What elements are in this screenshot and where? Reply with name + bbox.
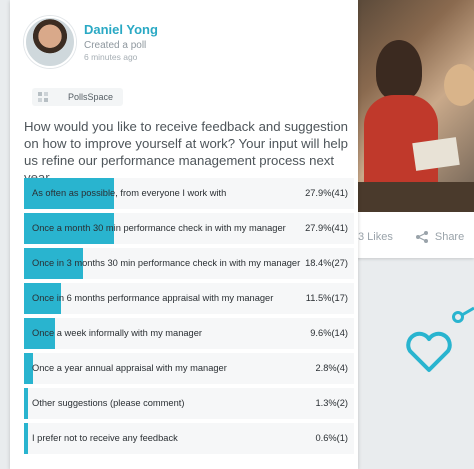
feed: 3 Likes Share Daniel Yong Created a poll…: [0, 0, 474, 469]
poll-option-label: Once a year annual appraisal with my man…: [32, 363, 227, 373]
poll-option[interactable]: Other suggestions (please comment) 1.3%(2…: [24, 388, 354, 419]
post-header: Daniel Yong Created a poll 6 minutes ago: [24, 16, 158, 68]
poll-option-label: Once in 6 months performance appraisal w…: [32, 293, 274, 303]
poll-option-bar: [24, 423, 28, 454]
post-time: 6 minutes ago: [84, 52, 138, 62]
share-label: Share: [434, 231, 465, 243]
poll-option-result: 0.6%(1): [315, 433, 348, 443]
likes-count[interactable]: 3 Likes: [358, 231, 393, 243]
post-actions: 3 Likes Share: [358, 222, 474, 252]
poll-option-label: Once a month 30 min performance check in…: [32, 223, 286, 233]
poll-option[interactable]: I prefer not to receive any feedback 0.6%…: [24, 423, 354, 454]
poll-card: Daniel Yong Created a poll 6 minutes ago…: [10, 0, 358, 469]
poll-option[interactable]: As often as possible, from everyone I wo…: [24, 178, 354, 209]
poll-option-result: 18.4%(27): [305, 258, 348, 268]
poll-option-label: Other suggestions (please comment): [32, 398, 185, 408]
space-tag[interactable]: PollsSpace: [32, 88, 124, 106]
space-name: PollsSpace: [68, 92, 114, 102]
background-post-card: 3 Likes Share: [340, 0, 474, 258]
poll-option-label: Once in 3 months 30 min performance chec…: [32, 258, 301, 268]
poll-option[interactable]: Once a year annual appraisal with my man…: [24, 353, 354, 384]
poll-option-result: 11.5%(17): [305, 293, 348, 303]
poll-option-result: 1.3%(2): [315, 398, 348, 408]
share-icon: [415, 231, 428, 243]
share-icon: [452, 306, 474, 323]
author-name[interactable]: Daniel Yong: [84, 22, 158, 37]
poll-option[interactable]: Once in 3 months 30 min performance chec…: [24, 248, 354, 279]
poll-option-label: As often as possible, from everyone I wo…: [32, 188, 227, 198]
avatar[interactable]: [24, 16, 76, 68]
poll-option-bar: [24, 388, 29, 419]
poll-options: As often as possible, from everyone I wo…: [24, 178, 354, 458]
poll-option[interactable]: Once a week informally with my manager 9.…: [24, 318, 354, 349]
poll-option-result: 2.8%(4): [315, 363, 348, 373]
poll-question: How would you like to receive feedback a…: [24, 119, 349, 185]
post-photo: [358, 0, 474, 212]
heart-icon: [406, 331, 452, 372]
poll-option[interactable]: Once a month 30 min performance check in…: [24, 213, 354, 244]
poll-option-label: Once a week informally with my manager: [32, 328, 202, 338]
share-button[interactable]: Share: [415, 230, 464, 244]
poll-option-result: 27.9%(41): [305, 188, 348, 198]
poll-option[interactable]: Once in 6 months performance appraisal w…: [24, 283, 354, 314]
poll-option-result: 9.6%(14): [310, 328, 348, 338]
poll-option-label: I prefer not to receive any feedback: [32, 433, 178, 443]
poll-option-result: 27.9%(41): [305, 223, 348, 233]
space-icon: [38, 92, 48, 102]
post-action: Created a poll: [84, 40, 147, 51]
